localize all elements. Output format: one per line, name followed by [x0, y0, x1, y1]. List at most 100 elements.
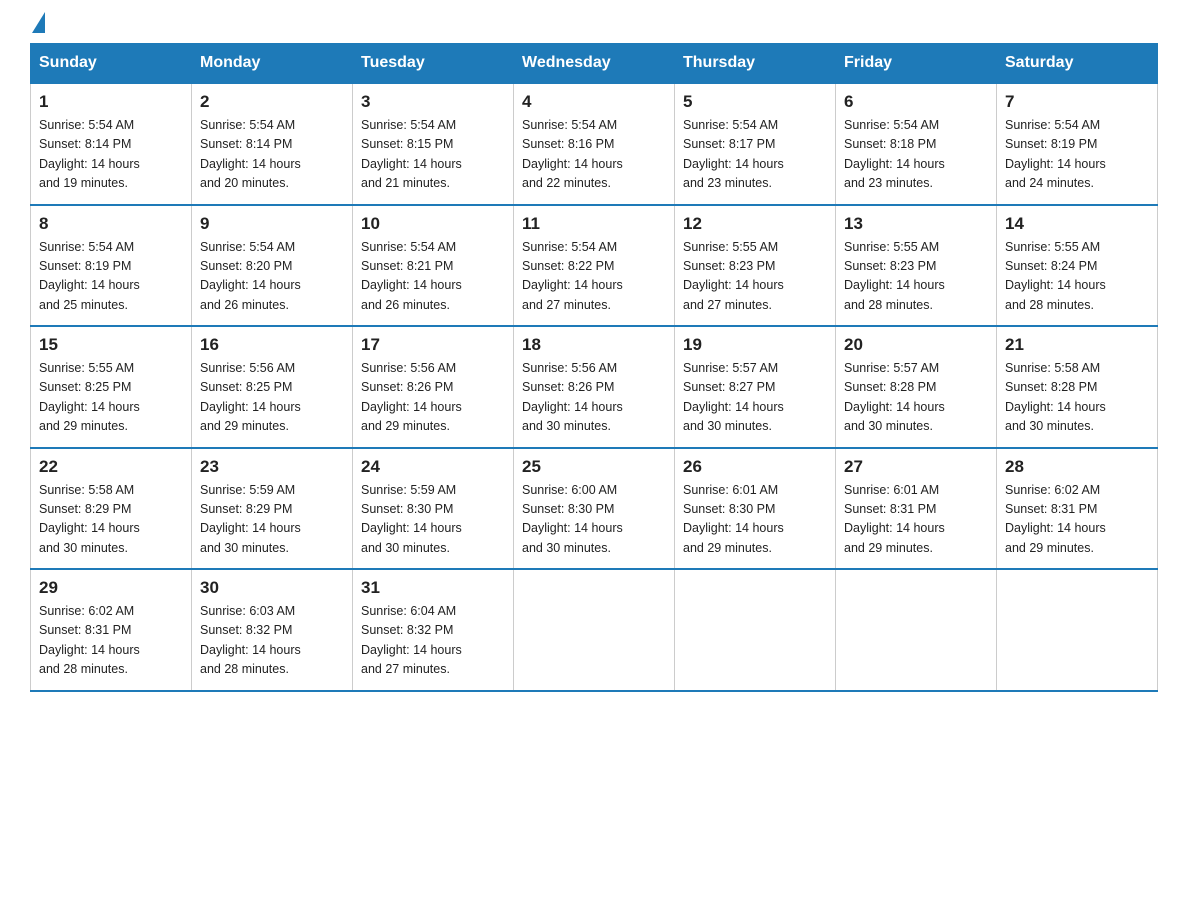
calendar-day-cell: 19 Sunrise: 5:57 AMSunset: 8:27 PMDayligh…	[675, 326, 836, 448]
logo	[30, 20, 47, 33]
day-info: Sunrise: 5:54 AMSunset: 8:14 PMDaylight:…	[200, 116, 344, 194]
day-info: Sunrise: 5:58 AMSunset: 8:29 PMDaylight:…	[39, 481, 183, 559]
day-number: 8	[39, 214, 183, 234]
calendar-day-cell: 3 Sunrise: 5:54 AMSunset: 8:15 PMDaylight…	[353, 83, 514, 205]
day-info: Sunrise: 5:54 AMSunset: 8:19 PMDaylight:…	[39, 238, 183, 316]
calendar-day-cell: 1Sunrise: 5:54 AMSunset: 8:14 PMDaylight…	[31, 83, 192, 205]
day-number: 14	[1005, 214, 1149, 234]
day-number: 5	[683, 92, 827, 112]
day-info: Sunrise: 6:00 AMSunset: 8:30 PMDaylight:…	[522, 481, 666, 559]
day-number: 20	[844, 335, 988, 355]
calendar-day-cell: 24Sunrise: 5:59 AMSunset: 8:30 PMDayligh…	[353, 448, 514, 570]
calendar-day-cell: 15 Sunrise: 5:55 AMSunset: 8:25 PMDayligh…	[31, 326, 192, 448]
day-info: Sunrise: 5:54 AMSunset: 8:20 PMDaylight:…	[200, 238, 344, 316]
day-info: Sunrise: 5:57 AMSunset: 8:28 PMDaylight:…	[844, 359, 988, 437]
calendar-day-cell: 20 Sunrise: 5:57 AMSunset: 8:28 PMDayligh…	[836, 326, 997, 448]
day-info: Sunrise: 5:58 AMSunset: 8:28 PMDaylight:…	[1005, 359, 1149, 437]
day-info: Sunrise: 5:55 AMSunset: 8:25 PMDaylight:…	[39, 359, 183, 437]
day-number: 1	[39, 92, 183, 112]
calendar-day-cell: 10 Sunrise: 5:54 AMSunset: 8:21 PMDayligh…	[353, 205, 514, 327]
page-header	[30, 20, 1158, 33]
day-info: Sunrise: 5:56 AMSunset: 8:26 PMDaylight:…	[522, 359, 666, 437]
calendar-day-cell: 25 Sunrise: 6:00 AMSunset: 8:30 PMDayligh…	[514, 448, 675, 570]
day-number: 15	[39, 335, 183, 355]
calendar-day-cell: 30Sunrise: 6:03 AMSunset: 8:32 PMDayligh…	[192, 569, 353, 691]
weekday-header-friday: Friday	[836, 44, 997, 84]
day-number: 17	[361, 335, 505, 355]
calendar-day-cell: 22 Sunrise: 5:58 AMSunset: 8:29 PMDayligh…	[31, 448, 192, 570]
calendar-day-cell	[514, 569, 675, 691]
calendar-day-cell: 29Sunrise: 6:02 AMSunset: 8:31 PMDayligh…	[31, 569, 192, 691]
logo-arrow-icon	[32, 12, 45, 33]
calendar-day-cell: 27 Sunrise: 6:01 AMSunset: 8:31 PMDayligh…	[836, 448, 997, 570]
calendar-day-cell: 23Sunrise: 5:59 AMSunset: 8:29 PMDayligh…	[192, 448, 353, 570]
day-info: Sunrise: 5:57 AMSunset: 8:27 PMDaylight:…	[683, 359, 827, 437]
day-info: Sunrise: 5:54 AMSunset: 8:21 PMDaylight:…	[361, 238, 505, 316]
weekday-header-tuesday: Tuesday	[353, 44, 514, 84]
weekday-header-wednesday: Wednesday	[514, 44, 675, 84]
day-info: Sunrise: 5:54 AMSunset: 8:22 PMDaylight:…	[522, 238, 666, 316]
weekday-header-row: SundayMondayTuesdayWednesdayThursdayFrid…	[31, 44, 1158, 84]
day-number: 16	[200, 335, 344, 355]
day-number: 4	[522, 92, 666, 112]
day-info: Sunrise: 5:56 AMSunset: 8:25 PMDaylight:…	[200, 359, 344, 437]
day-number: 27	[844, 457, 988, 477]
day-number: 29	[39, 578, 183, 598]
calendar-day-cell: 26 Sunrise: 6:01 AMSunset: 8:30 PMDayligh…	[675, 448, 836, 570]
day-number: 25	[522, 457, 666, 477]
calendar-day-cell: 8 Sunrise: 5:54 AMSunset: 8:19 PMDaylight…	[31, 205, 192, 327]
calendar-day-cell: 21 Sunrise: 5:58 AMSunset: 8:28 PMDayligh…	[997, 326, 1158, 448]
day-info: Sunrise: 5:59 AMSunset: 8:29 PMDaylight:…	[200, 481, 344, 559]
calendar-day-cell: 13 Sunrise: 5:55 AMSunset: 8:23 PMDayligh…	[836, 205, 997, 327]
day-info: Sunrise: 5:54 AMSunset: 8:16 PMDaylight:…	[522, 116, 666, 194]
day-info: Sunrise: 5:54 AMSunset: 8:18 PMDaylight:…	[844, 116, 988, 194]
day-number: 12	[683, 214, 827, 234]
day-info: Sunrise: 6:01 AMSunset: 8:30 PMDaylight:…	[683, 481, 827, 559]
day-number: 10	[361, 214, 505, 234]
calendar-week-row: 1 Sunrise: 5:54 AMSunset: 8:14 PMDaylight…	[31, 83, 1158, 205]
calendar-day-cell: 4 Sunrise: 5:54 AMSunset: 8:16 PMDaylight…	[514, 83, 675, 205]
calendar-week-row: 22 Sunrise: 5:58 AMSunset: 8:29 PMDayligh…	[31, 448, 1158, 570]
day-number: 11	[522, 214, 666, 234]
calendar-week-row: 29Sunrise: 6:02 AMSunset: 8:31 PMDayligh…	[31, 569, 1158, 691]
day-number: 9	[200, 214, 344, 234]
calendar-day-cell: 16 Sunrise: 5:56 AMSunset: 8:25 PMDayligh…	[192, 326, 353, 448]
day-number: 7	[1005, 92, 1149, 112]
calendar-day-cell: 31 Sunrise: 6:04 AMSunset: 8:32 PMDayligh…	[353, 569, 514, 691]
day-info: Sunrise: 5:54 AMSunset: 8:19 PMDaylight:…	[1005, 116, 1149, 194]
calendar-day-cell: 9 Sunrise: 5:54 AMSunset: 8:20 PMDaylight…	[192, 205, 353, 327]
day-info: Sunrise: 5:55 AMSunset: 8:24 PMDaylight:…	[1005, 238, 1149, 316]
day-number: 19	[683, 335, 827, 355]
day-info: Sunrise: 6:02 AMSunset: 8:31 PMDaylight:…	[1005, 481, 1149, 559]
calendar-day-cell	[836, 569, 997, 691]
day-number: 18	[522, 335, 666, 355]
day-number: 6	[844, 92, 988, 112]
day-info: Sunrise: 5:54 AMSunset: 8:17 PMDaylight:…	[683, 116, 827, 194]
weekday-header-saturday: Saturday	[997, 44, 1158, 84]
day-info: Sunrise: 6:01 AMSunset: 8:31 PMDaylight:…	[844, 481, 988, 559]
weekday-header-thursday: Thursday	[675, 44, 836, 84]
day-info: Sunrise: 6:03 AMSunset: 8:32 PMDaylight:…	[200, 602, 344, 680]
calendar-week-row: 8 Sunrise: 5:54 AMSunset: 8:19 PMDaylight…	[31, 205, 1158, 327]
calendar-day-cell: 6 Sunrise: 5:54 AMSunset: 8:18 PMDaylight…	[836, 83, 997, 205]
day-info: Sunrise: 5:54 AMSunset: 8:15 PMDaylight:…	[361, 116, 505, 194]
day-number: 28	[1005, 457, 1149, 477]
day-number: 2	[200, 92, 344, 112]
day-info: Sunrise: 5:55 AMSunset: 8:23 PMDaylight:…	[683, 238, 827, 316]
day-info: Sunrise: 6:04 AMSunset: 8:32 PMDaylight:…	[361, 602, 505, 680]
day-number: 21	[1005, 335, 1149, 355]
day-info: Sunrise: 5:55 AMSunset: 8:23 PMDaylight:…	[844, 238, 988, 316]
day-number: 22	[39, 457, 183, 477]
calendar-day-cell: 17Sunrise: 5:56 AMSunset: 8:26 PMDayligh…	[353, 326, 514, 448]
calendar-day-cell	[997, 569, 1158, 691]
day-number: 31	[361, 578, 505, 598]
calendar-day-cell: 2 Sunrise: 5:54 AMSunset: 8:14 PMDaylight…	[192, 83, 353, 205]
day-number: 24	[361, 457, 505, 477]
calendar-day-cell	[675, 569, 836, 691]
day-number: 26	[683, 457, 827, 477]
day-number: 13	[844, 214, 988, 234]
calendar-day-cell: 14 Sunrise: 5:55 AMSunset: 8:24 PMDayligh…	[997, 205, 1158, 327]
day-number: 3	[361, 92, 505, 112]
weekday-header-sunday: Sunday	[31, 44, 192, 84]
weekday-header-monday: Monday	[192, 44, 353, 84]
